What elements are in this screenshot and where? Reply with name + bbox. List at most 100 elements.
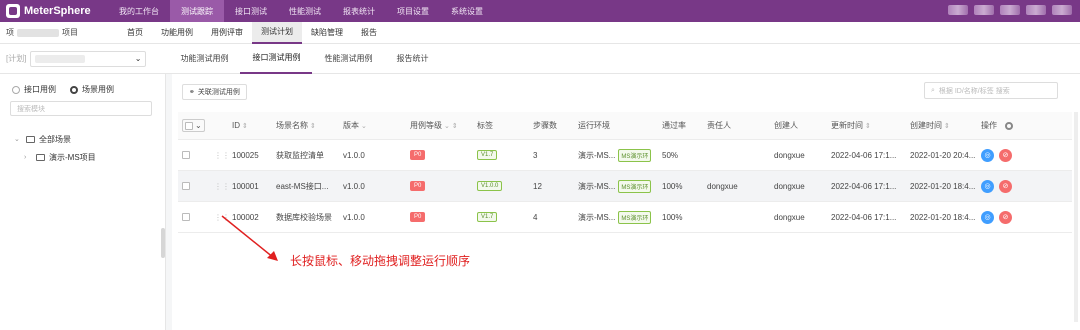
module-nav: 首页 功能用例 用例评审 测试计划 缺陷管理 报告 (118, 21, 386, 44)
project-selector[interactable]: 项 项目 (0, 27, 118, 38)
tab-api-cases[interactable]: 接口测试用例 (240, 44, 313, 74)
associate-cases-button[interactable]: ⚭ 关联测试用例 (182, 84, 247, 100)
user-info-redacted[interactable] (1000, 5, 1020, 15)
cell-creator: dongxue (774, 212, 805, 222)
project-name-redacted (17, 28, 59, 37)
user-info-redacted[interactable] (974, 5, 994, 15)
chevron-down-icon: ⌄ (195, 121, 202, 130)
app-name: MeterSphere (24, 5, 91, 17)
col-level[interactable]: 用例等级 ⌄ ⇕ (410, 120, 477, 131)
gear-icon[interactable] (1005, 121, 1013, 130)
run-icon[interactable]: ◎ (981, 210, 994, 224)
drag-handle-icon[interactable]: ⋮⋮ (214, 182, 232, 191)
user-info-redacted[interactable] (1052, 5, 1072, 15)
filter-icon[interactable]: ⌄ (444, 122, 450, 130)
env-name: 演示-MS... (578, 150, 616, 160)
checkbox-icon[interactable] (182, 151, 190, 159)
subnav-home[interactable]: 首页 (118, 22, 152, 44)
checkbox-icon[interactable] (185, 121, 193, 130)
project-prefix: 项 (6, 28, 14, 37)
col-steps: 步骤数 (533, 120, 578, 131)
app-logo[interactable]: MeterSphere (0, 4, 108, 18)
top-nav-system-settings[interactable]: 系统设置 (440, 0, 494, 22)
run-icon[interactable]: ◎ (981, 148, 994, 162)
cell-env[interactable]: 演示-MS... MS演示环 (578, 148, 662, 162)
tab-functional-cases[interactable]: 功能测试用例 (168, 44, 240, 74)
cell-env[interactable]: 演示-MS... MS演示环 (578, 210, 662, 224)
unlink-icon[interactable]: ⊘ (999, 148, 1012, 162)
user-info-redacted[interactable] (948, 5, 968, 15)
top-nav-performance-test[interactable]: 性能测试 (278, 0, 332, 22)
cell-name[interactable]: east-MS接口... (276, 181, 343, 192)
radio-scenario-case[interactable]: 场景用例 (70, 84, 114, 95)
top-nav-test-track[interactable]: 测试跟踪 (170, 0, 224, 22)
user-info-redacted[interactable] (1026, 5, 1046, 15)
module-search-input[interactable]: 搜索模块 (10, 101, 152, 116)
subnav-defects[interactable]: 缺陷管理 (302, 22, 352, 44)
tree-node-all[interactable]: ⌄ 全部场景 (14, 130, 165, 148)
table-row[interactable]: ⋮⋮ 100001 east-MS接口... v1.0.0 P0 V1.0.0 … (178, 171, 1072, 202)
col-name[interactable]: 场景名称 ⇕ (276, 120, 343, 131)
cell-updated: 2022-04-06 17:1... (831, 181, 897, 191)
cell-name[interactable]: 数据库校验场景 (276, 212, 343, 223)
select-all-dropdown[interactable]: ⌄ (182, 119, 205, 132)
unlink-icon[interactable]: ⊘ (999, 179, 1012, 193)
table-scrollbar[interactable] (1074, 112, 1078, 322)
sort-icon[interactable]: ⇕ (242, 122, 248, 130)
subnav-functional-cases[interactable]: 功能用例 (152, 22, 202, 44)
col-id[interactable]: ID ⇕ (232, 121, 276, 130)
col-updated[interactable]: 更新时间 ⇕ (831, 120, 910, 131)
cell-tag: V1.7 (477, 212, 533, 222)
subnav-report[interactable]: 报告 (352, 22, 386, 44)
top-nav-workbench[interactable]: 我的工作台 (108, 0, 170, 22)
cell-ops: ◎ ⊘ (981, 210, 1017, 224)
case-search-input[interactable]: ⌕ 根据 ID/名称/标签 搜索 (924, 82, 1058, 99)
subnav-test-plan[interactable]: 测试计划 (252, 21, 302, 44)
table-row[interactable]: ⋮⋮ 100002 数据库校验场景 v1.0.0 P0 V1.7 4 演示-MS… (178, 202, 1072, 233)
table-row[interactable]: ⋮⋮ 100025 获取监控清单 v1.0.0 P0 V1.7 3 演示-MS.… (178, 140, 1072, 171)
cell-id: 100001 (232, 181, 259, 191)
subnav-case-review[interactable]: 用例评审 (202, 22, 252, 44)
caret-down-icon[interactable]: ⌄ (14, 135, 22, 143)
col-label: 版本 (343, 121, 359, 130)
run-icon[interactable]: ◎ (981, 179, 994, 193)
top-nav-api-test[interactable]: 接口测试 (224, 0, 278, 22)
cell-steps: 12 (533, 181, 542, 191)
tab-performance-cases[interactable]: 性能测试用例 (312, 44, 384, 74)
unlink-icon[interactable]: ⊘ (999, 210, 1012, 224)
caret-right-icon[interactable]: › (24, 154, 32, 161)
plan-select[interactable]: ⌄ (30, 50, 147, 67)
radio-api-case[interactable]: 接口用例 (12, 84, 56, 95)
panel-resize-handle[interactable] (161, 228, 165, 258)
col-created[interactable]: 创建时间 ⇕ (910, 120, 981, 131)
tree-node-project[interactable]: › 演示-MS项目 (14, 148, 165, 166)
top-nav-report[interactable]: 报表统计 (332, 0, 386, 22)
search-icon: ⌕ (931, 86, 935, 94)
radio-label: 场景用例 (82, 85, 114, 94)
cell-steps: 3 (533, 150, 538, 160)
table-header: ⌄ ID ⇕ 场景名称 ⇕ 版本 ⌄ 用例等级 ⌄ ⇕ 标签 步骤数 运行环境 通过率 责… (178, 112, 1072, 140)
sort-icon[interactable]: ⇕ (452, 122, 458, 130)
col-version[interactable]: 版本 ⌄ (343, 120, 410, 131)
row-select[interactable] (178, 182, 214, 190)
cell-tag: V1.0.0 (477, 181, 533, 191)
cell-level: P0 (410, 181, 477, 191)
sort-icon[interactable]: ⇕ (310, 122, 316, 130)
cell-created: 2022-01-20 18:4... (910, 212, 976, 222)
cell-name[interactable]: 获取监控清单 (276, 150, 343, 161)
row-select[interactable] (178, 213, 214, 221)
cell-env[interactable]: 演示-MS... MS演示环 (578, 179, 662, 193)
top-nav-project-settings[interactable]: 项目设置 (386, 0, 440, 22)
sort-icon[interactable]: ⇕ (944, 122, 950, 130)
env-name: 演示-MS... (578, 181, 616, 191)
chevron-down-icon[interactable]: ⌄ (361, 122, 367, 130)
drag-handle-icon[interactable]: ⋮⋮ (214, 151, 232, 160)
sort-icon[interactable]: ⇕ (865, 122, 871, 130)
checkbox-icon[interactable] (182, 182, 190, 190)
row-select[interactable] (178, 151, 214, 159)
select-all[interactable]: ⌄ (178, 119, 214, 132)
tab-report-stats[interactable]: 报告统计 (384, 44, 440, 74)
checkbox-icon[interactable] (182, 213, 190, 221)
cell-ops: ◎ ⊘ (981, 179, 1017, 193)
cell-id: 100025 (232, 150, 259, 160)
